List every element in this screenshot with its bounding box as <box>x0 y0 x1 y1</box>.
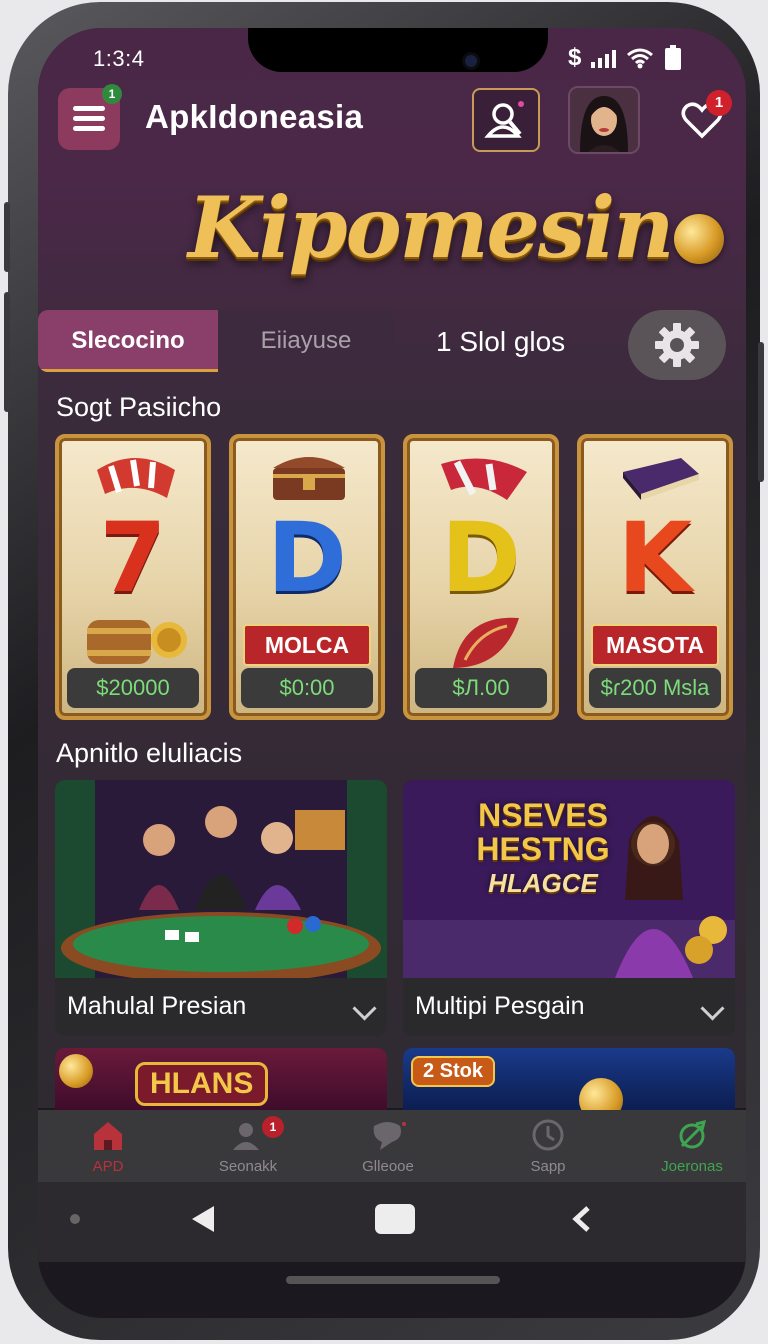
nav-label: Sapp <box>530 1158 566 1175</box>
signal-icon <box>591 48 617 68</box>
slot-card[interactable]: D MOLCA $0:00 <box>229 434 385 720</box>
volume-down-button <box>4 292 10 412</box>
live-dealers-image <box>55 780 387 978</box>
app-header: 1 ApkIdoneasia 1 <box>38 84 746 162</box>
notch <box>248 28 548 72</box>
menu-button[interactable]: 1 <box>58 84 122 150</box>
leaf-icon <box>679 1119 707 1149</box>
favorites-badge: 1 <box>706 90 732 116</box>
reel-symbol: D <box>441 502 521 614</box>
home-icon <box>94 1122 122 1150</box>
nav-item-sapp[interactable]: Sapp <box>478 1110 618 1182</box>
chevron-down-icon[interactable] <box>700 996 725 1021</box>
slot-price: $20000 <box>67 668 199 708</box>
promo-card[interactable]: 2 Stok <box>403 1048 735 1118</box>
coin-icon <box>674 214 724 264</box>
screen: 1:3:4 $ 1 ApkIdoneasia 1 Kipomesin Sleco… <box>38 28 746 1318</box>
book-icon <box>623 458 699 500</box>
avatar[interactable] <box>568 86 640 154</box>
user-search-icon <box>233 1123 259 1150</box>
nav-badge: 1 <box>262 1116 284 1138</box>
volume-up-button <box>4 202 10 272</box>
nav-item-glleooe[interactable]: Glleooe <box>318 1110 458 1182</box>
slots-section-title: Sogt Pasiicho <box>56 392 222 422</box>
candy-icon <box>441 458 527 500</box>
slot-card[interactable]: K MASOTA $ɾ200 Msla <box>577 434 733 720</box>
favorites-button[interactable]: 1 <box>678 90 732 144</box>
promo-banner-text: NSEVES HESTNG HLAGCE <box>476 797 610 898</box>
treasure-chest-icon <box>273 457 345 500</box>
app-container: 1:3:4 $ 1 ApkIdoneasia 1 Kipomesin Sleco… <box>38 28 746 1118</box>
promo-title: 2 Stok <box>411 1056 496 1087</box>
reel-symbol: K <box>617 502 693 614</box>
app-title: ApkIdoneasia <box>145 98 364 135</box>
live-section-title: Apnitlo eluliacis <box>56 738 243 768</box>
nav-label: Joeronas <box>661 1158 723 1175</box>
slot-card[interactable]: D $Л.00 <box>403 434 559 720</box>
nav-item-joeronas[interactable]: Joeronas <box>622 1110 746 1182</box>
system-nav-bar <box>38 1182 746 1262</box>
dot-indicator <box>70 1214 80 1224</box>
home-square-icon[interactable] <box>375 1204 415 1234</box>
slot-band-label: MASOTA <box>591 624 719 666</box>
bottom-nav: APD 1 Seonakk Glleooe Sapp Joeronas <box>38 1110 746 1182</box>
currency-icon: $ <box>568 44 582 71</box>
nav-label: APD <box>92 1158 124 1175</box>
wifi-icon <box>627 48 654 69</box>
slot-band-label: MOLCA <box>243 624 371 666</box>
home-indicator[interactable] <box>286 1276 500 1284</box>
category-tabs: Slecocino Eiiayuse <box>38 310 394 372</box>
status-icons: $ <box>568 44 682 72</box>
slot-card[interactable]: 7 $20000 <box>55 434 211 720</box>
front-camera <box>465 55 477 67</box>
coin-icon <box>59 1054 93 1088</box>
profile-search-button[interactable] <box>472 88 540 152</box>
nav-label: Seonakk <box>218 1158 278 1175</box>
brand-logo: Kipomesin <box>188 178 674 277</box>
gear-icon <box>655 323 699 367</box>
treasure-barrel-icon <box>87 620 187 664</box>
candy-icon <box>97 458 175 498</box>
reel-symbol: 7 <box>99 502 167 614</box>
nav-label: Glleooe <box>362 1158 414 1175</box>
chat-icon <box>373 1122 406 1150</box>
back-chevron-icon[interactable] <box>568 1204 598 1234</box>
slot-price: $0:00 <box>241 668 373 708</box>
promo-title: HLANS <box>135 1062 269 1106</box>
logo-banner: Kipomesin <box>38 168 746 298</box>
live-game-card[interactable]: NSEVES HESTNG HLAGCE Multipi Pesgain <box>403 780 735 1036</box>
live-game-card[interactable]: Mahulal Presian <box>55 780 387 1036</box>
live-game-name: Multipi Pesgain <box>415 992 585 1020</box>
settings-button[interactable] <box>628 310 726 380</box>
chevron-down-icon[interactable] <box>352 996 377 1021</box>
reel-symbol: D <box>267 502 347 614</box>
menu-icon <box>73 106 105 111</box>
back-triangle-icon[interactable] <box>186 1202 220 1236</box>
power-button <box>758 342 764 482</box>
tab-eiiayuse[interactable]: Eiiayuse <box>218 310 394 372</box>
nav-item-apd[interactable]: APD <box>38 1110 178 1182</box>
clock-icon <box>532 1119 564 1151</box>
slot-count-label: 1 Slol glos <box>436 326 566 357</box>
menu-badge: 1 <box>102 84 122 104</box>
phone-frame: 1:3:4 $ 1 ApkIdoneasia 1 Kipomesin Sleco… <box>4 2 764 1340</box>
live-game-name: Mahulal Presian <box>67 992 247 1020</box>
tab-slecocino[interactable]: Slecocino <box>38 310 218 372</box>
slot-price: $Л.00 <box>415 668 547 708</box>
slot-price: $ɾ200 Msla <box>589 668 721 708</box>
promo-card[interactable]: HLANS <box>55 1048 387 1118</box>
battery-icon <box>665 45 682 70</box>
user-search-icon <box>484 101 524 138</box>
nav-item-seonakk[interactable]: 1 Seonakk <box>178 1110 318 1182</box>
status-time: 1:3:4 <box>93 46 145 71</box>
